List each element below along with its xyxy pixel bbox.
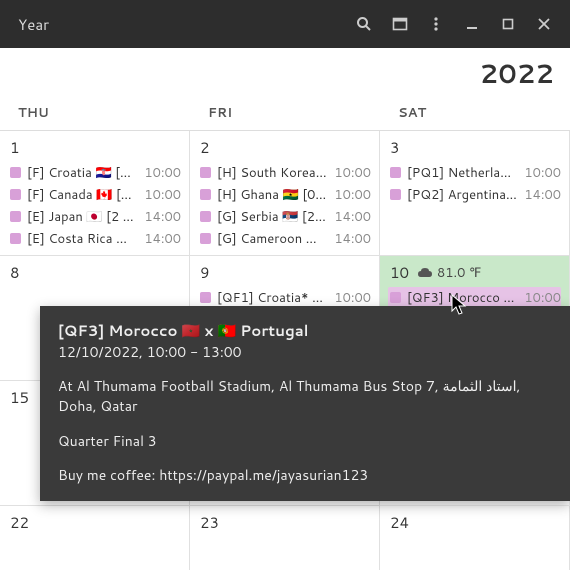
day-number: 9: [200, 262, 371, 283]
event-time: 10:00: [334, 186, 371, 204]
event-time: 10:00: [144, 186, 181, 204]
close-button[interactable]: [526, 6, 562, 42]
event-item[interactable]: [E] Costa Rica 🇨🇷 [... 14:00: [10, 228, 181, 249]
event-time: 10:00: [524, 164, 561, 182]
year-label: 2022: [0, 48, 570, 96]
day-cell[interactable]: 1 [F] Croatia 🇭🇷 [0 - ... 10:00 [F] Canad…: [0, 131, 190, 256]
event-color-dot: [10, 233, 21, 244]
event-title: [E] Costa Rica 🇨🇷 [...: [27, 230, 138, 248]
event-time: 14:00: [334, 208, 371, 226]
event-title: [F] Croatia 🇭🇷 [0 - ...: [27, 164, 138, 182]
event-tooltip: [QF3] Morocco 🇲🇦 x 🇵🇹 Portugal 12/10/202…: [40, 306, 570, 501]
event-time: 14:00: [334, 230, 371, 248]
event-time: 10:00: [334, 164, 371, 182]
event-item-selected[interactable]: [QF3] Morocco ... 10:00: [388, 287, 561, 308]
search-icon: [356, 16, 372, 32]
day-number: 8: [10, 262, 181, 283]
event-time: 10:00: [144, 164, 181, 182]
day-header: SAT: [380, 96, 570, 130]
day-header: THU: [0, 96, 190, 130]
day-number: 10 81.0 ℉: [390, 262, 561, 283]
event-color-dot: [390, 292, 401, 303]
day-number: 23: [200, 512, 371, 533]
event-color-dot: [10, 211, 21, 222]
tooltip-location: At Al Thumama Football Stadium, Al Thuma…: [58, 376, 552, 417]
day-cell[interactable]: 22: [0, 506, 190, 570]
event-item[interactable]: [F] Croatia 🇭🇷 [0 - ... 10:00: [10, 162, 181, 183]
day-header-row: THU FRI SAT: [0, 96, 570, 131]
event-item[interactable]: [G] Serbia 🇷🇸 [2 - ... 14:00: [200, 206, 371, 227]
event-item[interactable]: [G] Cameroon 🇨🇲 [... 14:00: [200, 228, 371, 249]
day-cell[interactable]: 3 [PQ1] Netherland... 10:00 [PQ2] Argenti…: [380, 131, 570, 256]
event-item[interactable]: [QF1] Croatia* 🇭🇷 ... 10:00: [200, 287, 371, 308]
view-switcher[interactable]: Year: [8, 8, 59, 41]
day-number: 22: [10, 512, 181, 533]
maximize-icon: [502, 18, 514, 30]
event-title: [PQ1] Netherland...: [407, 164, 518, 182]
event-time: 14:00: [144, 208, 181, 226]
event-item[interactable]: [PQ1] Netherland... 10:00: [390, 162, 561, 183]
event-color-dot: [200, 167, 211, 178]
day-cell[interactable]: 24: [380, 506, 570, 570]
event-time: 14:00: [144, 230, 181, 248]
day-number: 1: [10, 137, 181, 158]
day-header: FRI: [190, 96, 380, 130]
event-item[interactable]: [H] Ghana 🇬🇭 [0 - ... 10:00: [200, 184, 371, 205]
maximize-button[interactable]: [490, 6, 526, 42]
day-number: 3: [390, 137, 561, 158]
tooltip-title: [QF3] Morocco 🇲🇦 x 🇵🇹 Portugal: [58, 320, 552, 342]
event-color-dot: [200, 233, 211, 244]
day-number-text: 10: [390, 262, 409, 283]
kebab-menu-icon: [428, 16, 444, 32]
event-color-dot: [10, 167, 21, 178]
tooltip-footer: Buy me coffee: https://paypal.me/jayasur…: [58, 465, 552, 485]
event-time: 10:00: [524, 289, 561, 307]
today-icon: [392, 16, 408, 32]
event-title: [F] Canada 🇨🇦 [1 -...: [27, 186, 138, 204]
tooltip-time: 12/10/2022, 10:00 - 13:00: [58, 342, 552, 362]
titlebar: Year: [0, 0, 570, 48]
cloud-icon: [417, 267, 433, 279]
today-button[interactable]: [382, 6, 418, 42]
event-title: [QF3] Morocco ...: [407, 289, 518, 307]
event-time: 10:00: [334, 289, 371, 307]
event-color-dot: [390, 167, 401, 178]
event-item[interactable]: [F] Canada 🇨🇦 [1 -... 10:00: [10, 184, 181, 205]
weather-temp: 81.0 ℉: [437, 264, 481, 282]
event-title: [E] Japan 🇯🇵 [2 - 1...: [27, 208, 138, 226]
weather-indicator: 81.0 ℉: [417, 264, 481, 282]
tooltip-round: Quarter Final 3: [58, 431, 552, 451]
minimize-icon: [466, 18, 478, 30]
event-color-dot: [390, 189, 401, 200]
event-title: [PQ2] Argentina ...: [407, 186, 518, 204]
event-title: [H] Ghana 🇬🇭 [0 - ...: [217, 186, 328, 204]
search-button[interactable]: [346, 6, 382, 42]
event-color-dot: [200, 211, 211, 222]
event-color-dot: [200, 189, 211, 200]
event-item[interactable]: [PQ2] Argentina ... 14:00: [390, 184, 561, 205]
event-title: [G] Serbia 🇷🇸 [2 - ...: [217, 208, 328, 226]
event-item[interactable]: [E] Japan 🇯🇵 [2 - 1... 14:00: [10, 206, 181, 227]
event-color-dot: [10, 189, 21, 200]
event-time: 14:00: [524, 186, 561, 204]
day-number: 24: [390, 512, 561, 533]
minimize-button[interactable]: [454, 6, 490, 42]
event-title: [G] Cameroon 🇨🇲 [...: [217, 230, 328, 248]
event-item[interactable]: [H] South Korea ... 10:00: [200, 162, 371, 183]
view-label: Year: [18, 14, 49, 35]
event-title: [QF1] Croatia* 🇭🇷 ...: [217, 289, 328, 307]
day-cell[interactable]: 2 [H] South Korea ... 10:00 [H] Ghana 🇬🇭 …: [190, 131, 380, 256]
menu-button[interactable]: [418, 6, 454, 42]
event-title: [H] South Korea ...: [217, 164, 328, 182]
day-cell[interactable]: 23: [190, 506, 380, 570]
day-number: 2: [200, 137, 371, 158]
event-color-dot: [200, 292, 211, 303]
close-icon: [538, 18, 550, 30]
